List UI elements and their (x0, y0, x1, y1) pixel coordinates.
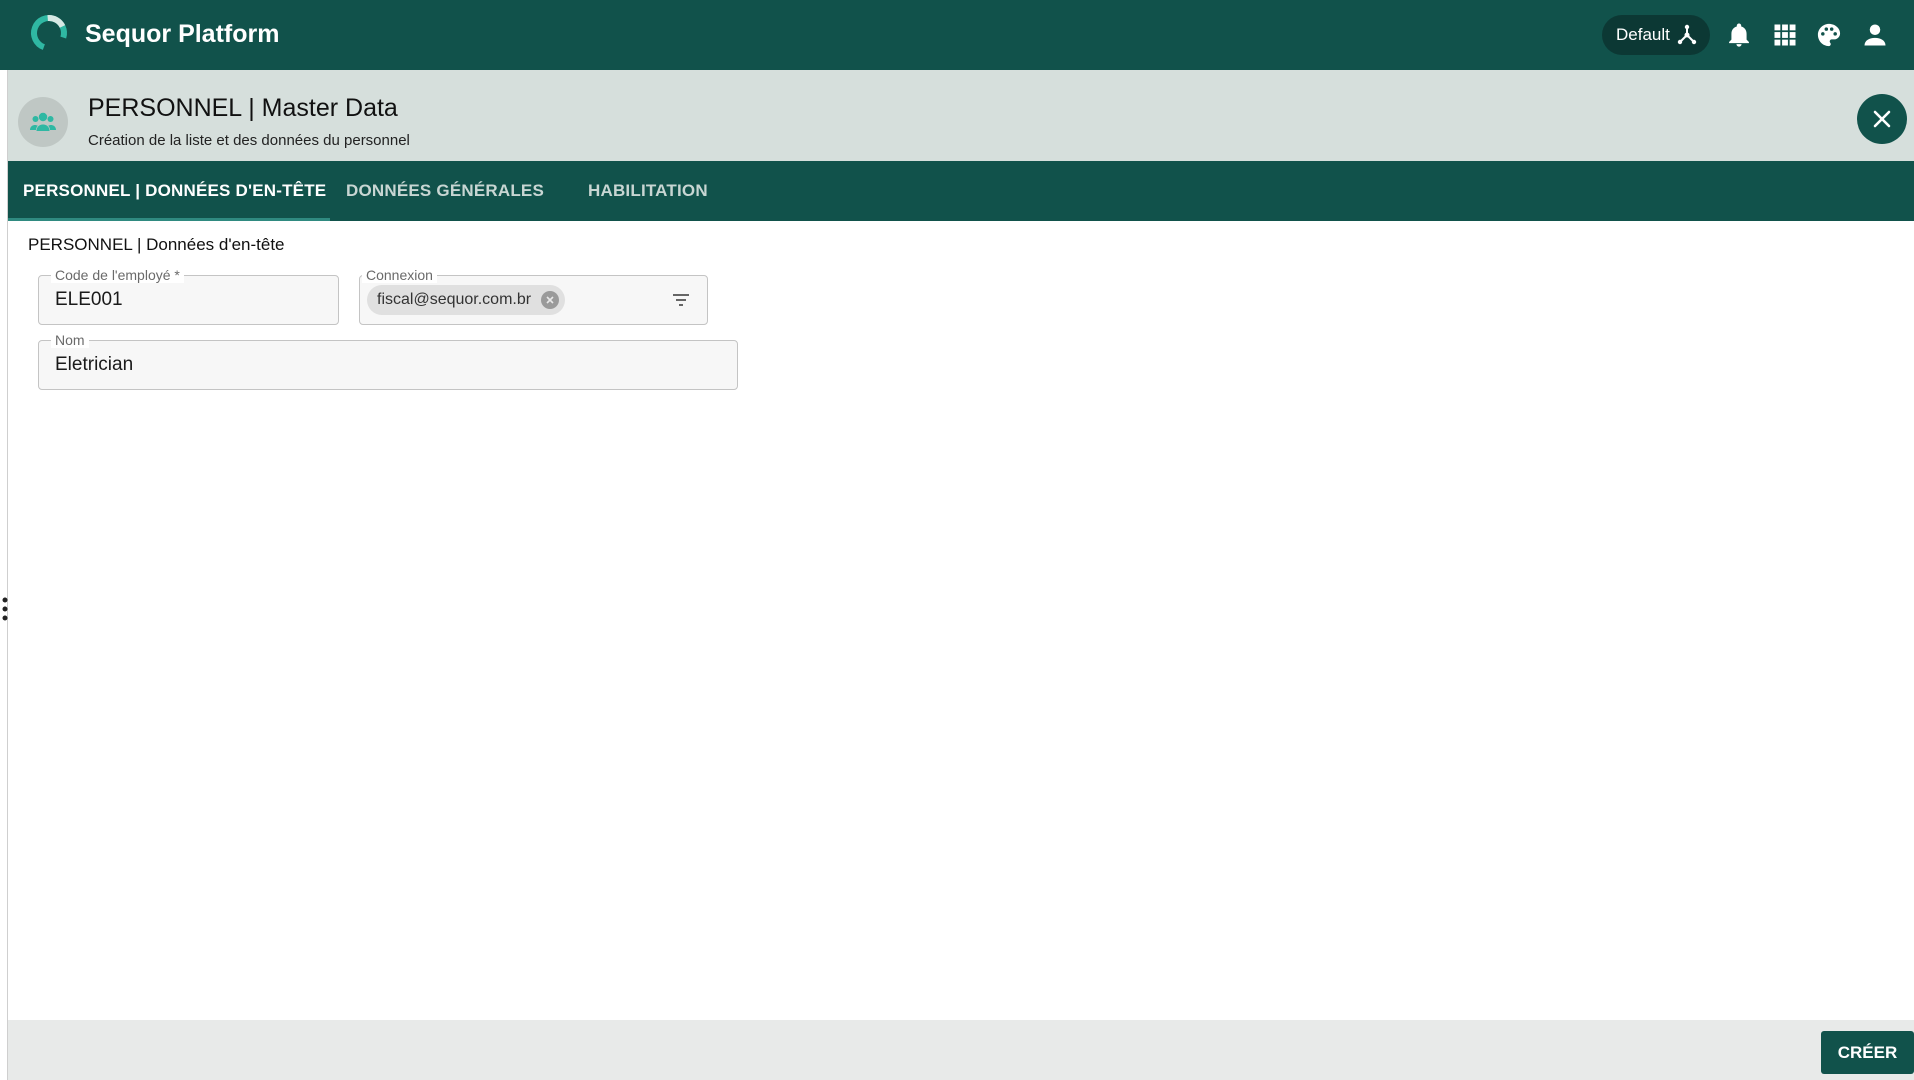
palette-icon[interactable] (1815, 21, 1843, 49)
environment-selector[interactable]: Default (1602, 15, 1710, 55)
user-icon[interactable] (1861, 21, 1889, 49)
app-bar: Sequor Platform Default (0, 0, 1914, 70)
tab-habilitation[interactable]: HABILITATION (588, 161, 708, 221)
bell-icon[interactable] (1725, 21, 1753, 49)
section-title: PERSONNEL | Données d'en-tête (28, 235, 285, 254)
name-field[interactable]: Nom Eletrician (38, 332, 738, 390)
close-button[interactable] (1857, 94, 1907, 144)
people-group-icon (30, 112, 56, 131)
environment-label: Default (1616, 25, 1670, 44)
hierarchy-icon (1677, 24, 1697, 45)
close-icon (546, 296, 554, 304)
page-header: PERSONNEL | Master Data Création de la l… (8, 70, 1914, 161)
tab-bar: PERSONNEL | DONNÉES D'EN-TÊTE DONNÉES GÉ… (8, 161, 1914, 221)
employee-code-field[interactable]: Code de l'employé * ELE001 (38, 267, 339, 325)
page-subtitle: Création de la liste et des données du p… (88, 132, 410, 149)
create-button[interactable]: CRÉER (1821, 1031, 1914, 1074)
employee-code-value: ELE001 (55, 289, 123, 310)
apps-grid-icon[interactable] (1771, 21, 1799, 49)
close-icon (1873, 110, 1891, 128)
left-rail (0, 70, 8, 1080)
filter-icon[interactable] (672, 293, 690, 307)
avatar (18, 97, 68, 147)
chip-remove-button[interactable] (541, 291, 560, 309)
name-value: Eletrician (55, 354, 134, 375)
connexion-chip: fiscal@sequor.com.br (367, 285, 566, 315)
connexion-field[interactable]: Connexion fiscal@sequor.com.br (359, 267, 708, 325)
employee-code-label: Code de l'employé * (51, 267, 184, 283)
app-title: Sequor Platform (85, 20, 280, 48)
name-label: Nom (51, 332, 89, 348)
active-tab-indicator (8, 218, 330, 221)
page-title: PERSONNEL | Master Data (88, 94, 398, 122)
footer-bar (8, 1020, 1914, 1080)
connexion-label: Connexion (362, 267, 437, 283)
tab-general-data[interactable]: DONNÉES GÉNÉRALES (346, 161, 544, 221)
more-vertical-icon[interactable] (1, 596, 9, 622)
sequor-logo-icon (31, 15, 67, 51)
tab-header-data[interactable]: PERSONNEL | DONNÉES D'EN-TÊTE (23, 161, 326, 221)
connexion-chip-label: fiscal@sequor.com.br (377, 291, 532, 308)
